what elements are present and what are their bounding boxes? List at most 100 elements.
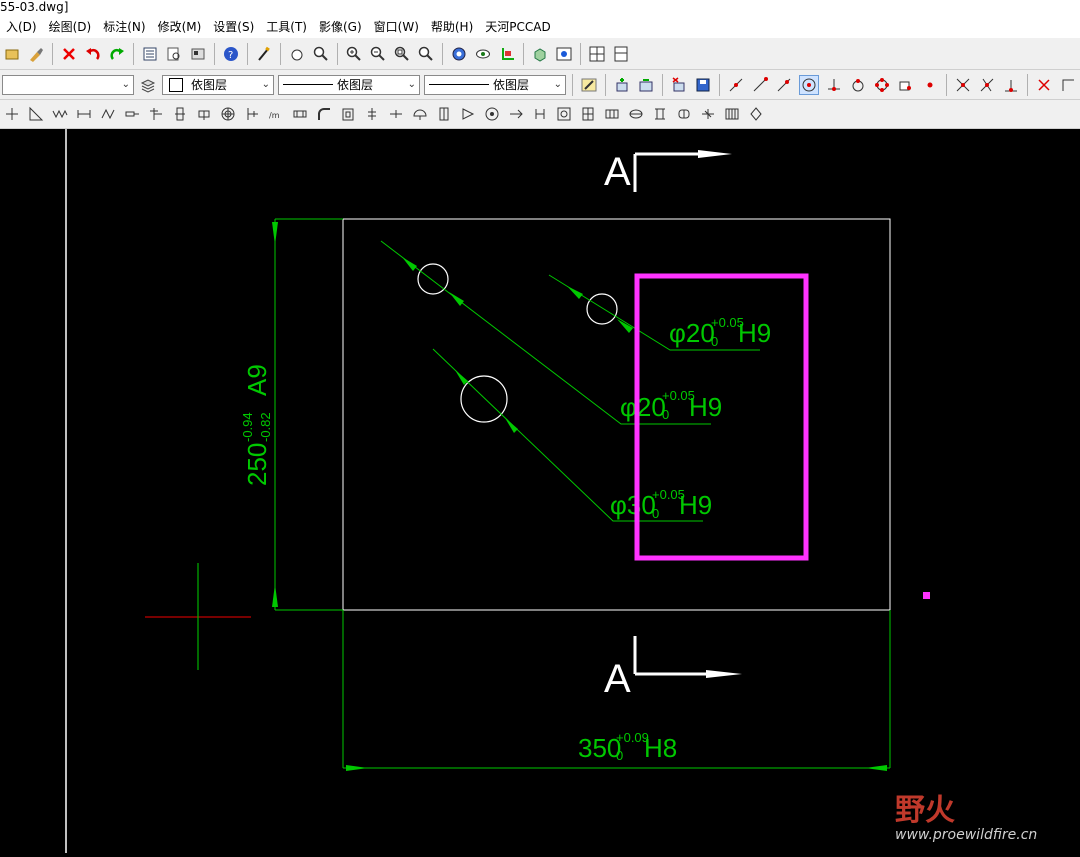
menu-settings[interactable]: 设置(S) [207, 16, 260, 38]
arrow-marker-icon[interactable] [507, 105, 525, 123]
leader-line-2 [548, 274, 760, 351]
pin-symbol-icon[interactable] [123, 105, 141, 123]
roller-icon[interactable] [675, 105, 693, 123]
lineweight-select-value: 依图层 [493, 78, 530, 92]
frame-gear-icon[interactable] [555, 105, 573, 123]
block-save-icon[interactable] [694, 76, 712, 94]
delete-icon[interactable] [60, 45, 78, 63]
frame-cross-icon[interactable] [579, 105, 597, 123]
watermark: 野火 www.proewildfire.cn [895, 785, 1075, 847]
snap-apparent-intersection-icon[interactable] [954, 76, 972, 94]
callout-3: φ30 +0.05 0 H9 [610, 487, 712, 521]
menu-tools[interactable]: 工具(T) [260, 16, 313, 38]
center-line-icon[interactable] [387, 105, 405, 123]
gear-module-icon[interactable]: /m [267, 105, 285, 123]
elbow-fitting-icon[interactable] [315, 105, 333, 123]
snap-intersection-icon[interactable] [775, 76, 793, 94]
snap-settings-icon[interactable] [1059, 76, 1077, 94]
properties-icon[interactable] [141, 45, 159, 63]
menu-image[interactable]: 影像(G) [313, 16, 368, 38]
snap-extension-icon[interactable] [978, 76, 996, 94]
block-insert-icon[interactable] [613, 76, 631, 94]
drawing-canvas[interactable]: A A φ20 +0.05 0 H9 φ20 +0.05 0 H9 φ30 +0… [0, 129, 1080, 853]
snap-insert-icon[interactable] [897, 76, 915, 94]
snap-nearest-icon[interactable] [1002, 76, 1020, 94]
match-properties-brush-icon[interactable] [27, 45, 45, 63]
color-select[interactable]: 依图层 ⌄ [162, 74, 274, 95]
snap-center-icon[interactable] [799, 74, 819, 95]
layer-manager-icon[interactable] [139, 76, 157, 94]
vertical-dim-tol-lower: -0.82 [258, 412, 273, 442]
snap-perpendicular-icon[interactable] [825, 76, 843, 94]
zoom-out-icon[interactable] [369, 45, 387, 63]
snap-endpoint-icon[interactable] [727, 76, 745, 94]
3d-box-icon[interactable] [531, 45, 549, 63]
leader-arrow-2a [567, 286, 583, 299]
view-eye-icon[interactable] [474, 45, 492, 63]
chamfer-triangle-icon[interactable] [27, 105, 45, 123]
edit-pencil-icon[interactable] [580, 76, 598, 94]
coupling-icon[interactable] [603, 105, 621, 123]
sector-icon[interactable] [459, 105, 477, 123]
block-delete-icon[interactable] [670, 76, 688, 94]
snap-none-icon[interactable] [1035, 76, 1053, 94]
open-file-icon[interactable] [3, 45, 21, 63]
callout-2-diameter: φ20 [669, 318, 715, 348]
rect-slot-icon[interactable] [435, 105, 453, 123]
block-define-icon[interactable] [637, 76, 655, 94]
key-symbol-icon[interactable] [291, 105, 309, 123]
tile-viewports-icon[interactable] [588, 45, 606, 63]
menu-pccad[interactable]: 天河PCCAD [479, 16, 556, 38]
zoom-previous-icon[interactable] [417, 45, 435, 63]
bearing-symbol-icon[interactable] [219, 105, 237, 123]
bolt-symbol-icon[interactable] [171, 105, 189, 123]
bracket-symbol-icon[interactable] [75, 105, 93, 123]
orbit-icon[interactable] [450, 45, 468, 63]
layer-select[interactable]: ⌄ [2, 74, 134, 95]
lineweight-select[interactable]: 依图层 ⌄ [424, 74, 566, 95]
menu-window[interactable]: 窗口(W) [368, 16, 425, 38]
menu-help[interactable]: 帮助(H) [425, 16, 479, 38]
zoom-window-icon[interactable] [393, 45, 411, 63]
snap-quadrant-icon[interactable] [873, 76, 891, 94]
hand-pan-icon[interactable] [288, 45, 306, 63]
menu-modify[interactable]: 修改(M) [152, 16, 208, 38]
snap-node-icon[interactable] [921, 76, 939, 94]
valve-icon[interactable] [699, 105, 717, 123]
callout-2-tol-lower: 0 [711, 334, 718, 349]
menu-draw[interactable]: 绘图(D) [43, 16, 98, 38]
semicircle-icon[interactable] [411, 105, 429, 123]
screw-symbol-icon[interactable] [147, 105, 165, 123]
callout-1-fit: H9 [689, 392, 722, 422]
render-icon[interactable] [555, 45, 573, 63]
gear-tooth-icon[interactable] [3, 105, 21, 123]
hex-bolt-icon[interactable] [747, 105, 765, 123]
tool-palette-icon[interactable] [189, 45, 207, 63]
spring-wave-icon[interactable] [51, 105, 69, 123]
nut-symbol-icon[interactable] [195, 105, 213, 123]
rivet-symbol-icon[interactable] [531, 105, 549, 123]
snap-midpoint-icon[interactable] [751, 76, 769, 94]
column-icon[interactable] [651, 105, 669, 123]
menu-dimension[interactable]: 标注(N) [97, 16, 151, 38]
menu-insert[interactable]: 入(D) [0, 16, 43, 38]
undo-icon[interactable] [84, 45, 102, 63]
linetype-select[interactable]: 依图层 ⌄ [278, 74, 420, 95]
ucs-icon[interactable] [498, 45, 516, 63]
snap-tangent-icon[interactable] [849, 76, 867, 94]
gear-wheel-icon[interactable] [483, 105, 501, 123]
single-viewport-icon[interactable] [612, 45, 630, 63]
design-center-icon[interactable] [165, 45, 183, 63]
redo-icon[interactable] [108, 45, 126, 63]
chain-icon[interactable] [723, 105, 741, 123]
flange-icon[interactable] [627, 105, 645, 123]
help-icon[interactable]: ? [222, 45, 240, 63]
housing-symbol-icon[interactable] [339, 105, 357, 123]
washer-symbol-icon[interactable] [243, 105, 261, 123]
weld-symbol-icon[interactable] [99, 105, 117, 123]
zoom-realtime-icon[interactable] [312, 45, 330, 63]
shaft-symbol-icon[interactable] [363, 105, 381, 123]
zoom-in-icon[interactable] [345, 45, 363, 63]
pan-realtime-icon[interactable] [255, 45, 273, 63]
leader-arrow-1b [449, 292, 464, 306]
